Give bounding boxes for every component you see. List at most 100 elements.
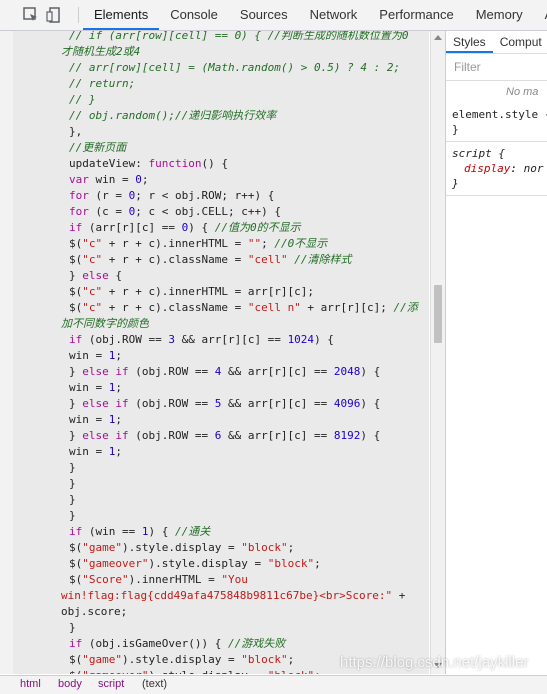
code-token: //0不显示 xyxy=(274,237,328,250)
code-token: ; xyxy=(115,445,122,458)
code-line: $("game").style.display = "block"; xyxy=(69,540,294,556)
script-style-rule[interactable]: script { display: nor } xyxy=(446,142,547,196)
code-line: if (obj.ROW == 3 && arr[r][c] == 1024) { xyxy=(69,332,334,348)
styles-filter-input[interactable]: Filter xyxy=(446,54,547,81)
code-token: if xyxy=(69,221,83,234)
code-token: ; xyxy=(261,237,275,250)
code-token: (r = xyxy=(88,189,129,202)
code-token: "cell n" xyxy=(247,301,301,314)
code-line: win = 1; xyxy=(69,412,122,428)
code-token: + r + c).innerHTML = arr[r][c]; xyxy=(102,285,315,298)
code-token: $( xyxy=(69,285,83,298)
code-token: ) { xyxy=(360,397,381,410)
code-token: } xyxy=(69,621,76,634)
device-toolbar-icon[interactable] xyxy=(46,6,64,24)
code-token: ; c < obj.CELL; c++) { xyxy=(135,205,281,218)
code-token: ).innerHTML = xyxy=(128,573,222,586)
code-line: // arr[row][cell] = (Math.random() > 0.5… xyxy=(69,60,400,76)
code-token: "cell" xyxy=(247,253,288,266)
code-token: 加不同数字的颜色 xyxy=(61,317,149,330)
code-token: ; xyxy=(314,669,321,674)
tab-styles[interactable]: Styles xyxy=(446,31,493,53)
code-token: "block" xyxy=(241,653,288,666)
code-line: } xyxy=(69,460,76,476)
code-token: } xyxy=(69,477,76,490)
devtools-toolbar: Elements Console Sources Network Performance… xyxy=(0,0,547,31)
rule-colon: : xyxy=(510,162,524,175)
code-token: $( xyxy=(69,653,83,666)
code-line: for (r = 0; r < obj.ROW; r++) { xyxy=(69,188,274,204)
code-token: 0 xyxy=(135,173,142,186)
code-token: "c" xyxy=(82,237,103,250)
code-token: + xyxy=(392,589,406,602)
element-style-rule[interactable]: element.style { } xyxy=(446,103,547,142)
code-line: } xyxy=(69,476,76,492)
breadcrumb-html[interactable]: html xyxy=(20,678,41,690)
scroll-thumb[interactable] xyxy=(434,285,442,343)
code-token: "You xyxy=(221,573,248,586)
code-token: win = xyxy=(69,445,109,458)
code-token: ) { xyxy=(314,333,334,346)
code-token: && arr[r][c] == xyxy=(221,365,334,378)
code-line: win = 1; xyxy=(69,380,122,396)
tab-performance[interactable]: Performance xyxy=(368,0,464,30)
code-token: ; r < obj.ROW; r++) { xyxy=(135,189,275,202)
code-token: "gameover" xyxy=(82,557,149,570)
code-scrollbar[interactable] xyxy=(430,31,445,674)
code-token: ).style.display = xyxy=(122,653,242,666)
breadcrumb-body[interactable]: body xyxy=(58,678,82,690)
code-token: "game" xyxy=(82,653,122,666)
code-token: else if xyxy=(82,365,129,378)
code-token: && arr[r][c] == xyxy=(174,333,288,346)
code-line: 加不同数字的颜色 xyxy=(61,316,149,332)
code-token: updateView: xyxy=(69,157,149,170)
tab-network[interactable]: Network xyxy=(299,0,369,30)
code-token: $( xyxy=(69,669,82,674)
code-line: var win = 0; xyxy=(69,172,148,188)
tab-elements[interactable]: Elements xyxy=(83,0,160,30)
code-token: // obj.random();//递归影响执行效率 xyxy=(69,109,277,122)
code-line: if (win == 1) { //通关 xyxy=(69,524,210,540)
code-token: ; xyxy=(115,349,122,362)
code-token: "block" xyxy=(268,669,314,674)
source-code-view[interactable]: // if (arr[row][cell] == 0) { //判断生成的随机数… xyxy=(13,31,429,674)
element-style-selector: element.style { xyxy=(452,108,547,121)
code-token: + r + c).className = xyxy=(102,301,248,314)
devtools-tabs: Elements Console Sources Network Performance… xyxy=(83,0,547,30)
scroll-up-arrow-icon[interactable] xyxy=(434,35,442,40)
code-line: $("gameover").style.display = "block"; xyxy=(69,668,321,674)
code-token: 8192 xyxy=(333,429,361,442)
tab-console[interactable]: Console xyxy=(159,0,229,30)
code-line: $("Score").innerHTML = "You xyxy=(69,572,248,588)
tab-memory[interactable]: Memory xyxy=(465,0,534,30)
code-line: $("c" + r + c).innerHTML = ""; //0不显示 xyxy=(69,236,327,252)
code-line: // } xyxy=(69,92,96,108)
tab-appl[interactable]: Appl xyxy=(534,0,547,30)
code-token: 1024 xyxy=(287,333,315,346)
code-token: //清除样式 xyxy=(294,253,352,266)
breadcrumb-text[interactable]: (text) xyxy=(142,678,167,690)
code-token: ; xyxy=(115,381,122,394)
code-token: }, xyxy=(69,125,83,138)
code-token: } xyxy=(69,509,76,522)
code-token: "block" xyxy=(267,557,315,570)
code-token: // return; xyxy=(69,77,136,90)
rule-close: } xyxy=(452,177,459,190)
code-token: win = xyxy=(69,381,109,394)
tab-sources[interactable]: Sources xyxy=(229,0,299,30)
code-token: } xyxy=(69,461,76,474)
code-token: //更新页面 xyxy=(69,141,127,154)
inspect-element-icon[interactable] xyxy=(22,6,40,24)
code-line: //更新页面 xyxy=(69,140,126,156)
styles-tabs: Styles Comput xyxy=(446,31,547,54)
watermark: https://blog.csdn.net/jaykiller xyxy=(340,654,529,671)
code-token: + r + c).className = xyxy=(102,253,248,266)
tab-computed[interactable]: Comput xyxy=(493,31,547,53)
code-token: //值为0的不显示 xyxy=(214,221,301,234)
code-line: // return; xyxy=(69,76,135,92)
rule-declaration[interactable]: display: nor xyxy=(452,161,543,176)
code-token: ).style.display = xyxy=(148,557,268,570)
breadcrumb-script[interactable]: script xyxy=(98,678,124,690)
code-token: else xyxy=(82,269,109,282)
code-token: //通关 xyxy=(174,525,211,538)
